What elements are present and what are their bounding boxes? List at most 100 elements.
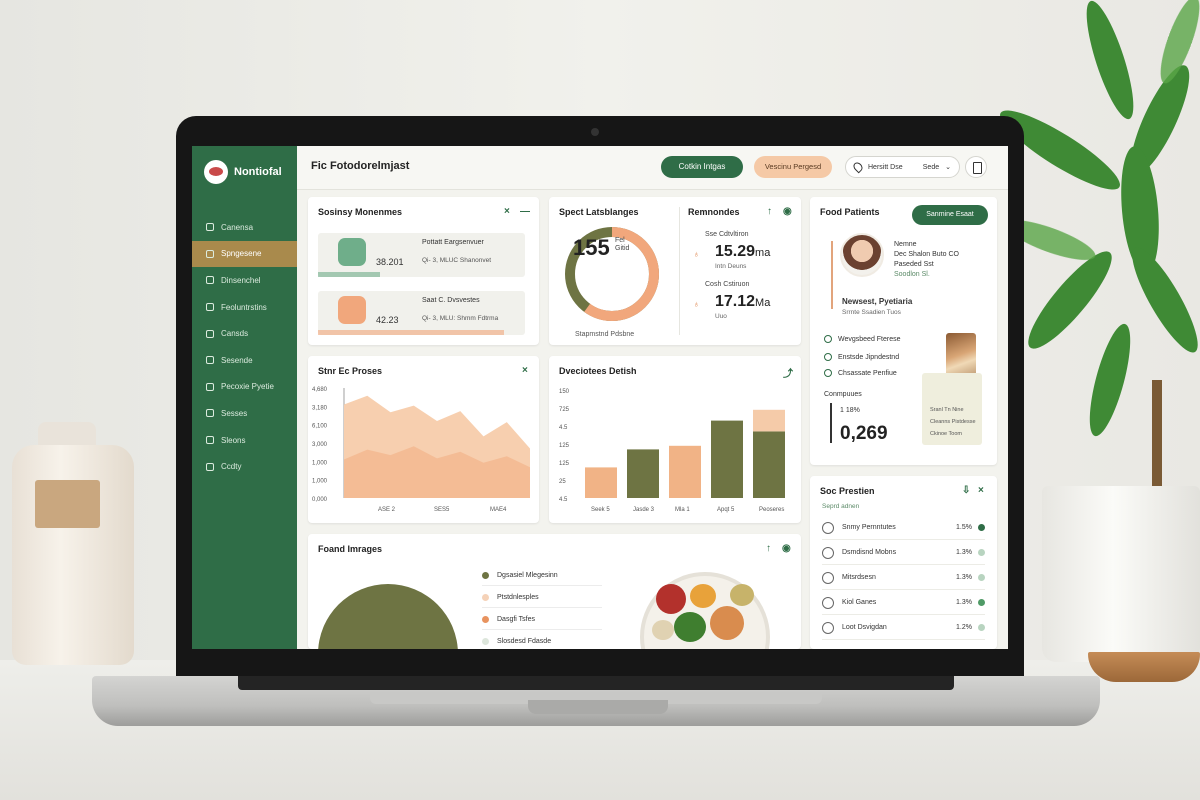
preference-row[interactable]: Kiol Ganes 1.3%: [822, 591, 985, 615]
legend-dot: [482, 638, 489, 645]
sidebar-item[interactable]: Sleons: [192, 427, 297, 454]
profile-line: Paseded Sst: [894, 261, 934, 268]
x-tick-label: ASE 2: [378, 507, 396, 513]
brand-logo-icon: [204, 160, 228, 184]
preferences-title: Soc Prestien: [820, 486, 875, 496]
location-pin-icon: [851, 160, 865, 174]
secondary-action-button[interactable]: Vescinu Pergesd: [754, 156, 832, 178]
brand-name: Nontiofal: [234, 166, 282, 178]
nav-icon: [206, 249, 214, 258]
profile-line: Dec Shalon Buto CO: [894, 251, 959, 258]
compare-bar: [830, 403, 832, 443]
wooden-bowl: [1088, 652, 1200, 682]
sidebar-item-label: Sleons: [221, 435, 246, 445]
sidebar-item[interactable]: Feoluntrstins: [192, 294, 297, 321]
arrow-up-icon[interactable]: ↑: [766, 543, 771, 554]
preference-row[interactable]: Dsmdisnd Mobns 1.3%: [822, 541, 985, 565]
nav-icon: [206, 329, 214, 338]
area-chart-card: Stnr Ec Proses × 4,680 3,180 6,100 3,000 1,0…: [308, 356, 539, 523]
lid-notch: [528, 700, 668, 714]
profile-subheading: Srrnte Ssadien Tuos: [842, 309, 901, 316]
nav-icon: [206, 356, 214, 365]
profile-line: Soodlon Sl.: [894, 271, 930, 278]
location-search[interactable]: Hersitt Dse Sede ⌄: [845, 156, 960, 178]
y-tick-label: 25: [559, 479, 566, 485]
pie-chart: [318, 584, 458, 649]
meal-item[interactable]: 38.201 Pottatt Eargsenvuer Qi- 3, MLUC Sha…: [318, 233, 525, 277]
primary-action-button[interactable]: Cotkin Intgas: [661, 156, 743, 178]
nav-icon: [206, 436, 214, 445]
preference-row[interactable]: Snmy Pernntutes 1.5%: [822, 516, 985, 540]
list-item[interactable]: Enstsde Jipndestnd: [824, 353, 899, 361]
sidebar-item-label: Canensa: [221, 222, 254, 232]
legend-label: Dgsasiel Mlegesinn: [497, 572, 558, 579]
images-card: Foand Imrages ↑ ◉ Dgsasiel Mlegesinn Ptst…: [308, 534, 801, 649]
sidebar-item[interactable]: Ccdty: [192, 453, 297, 480]
refresh-icon[interactable]: ◉: [783, 206, 792, 217]
sidebar-item[interactable]: Sesende: [192, 347, 297, 374]
meal-name: Pottatt Eargsenvuer: [422, 239, 484, 246]
preferences-link[interactable]: Seprd adnen: [822, 503, 859, 510]
meal-sub: Qi- 3, MLU: Shmm Fdtrma: [422, 315, 499, 322]
flame-icon: ♁: [693, 249, 700, 259]
close-icon[interactable]: ×: [504, 206, 510, 217]
compare-percent: 1 18%: [840, 407, 860, 414]
search-right-text: Sede: [922, 163, 940, 171]
minimize-icon[interactable]: —: [520, 206, 530, 217]
legend-dot: [482, 616, 489, 623]
sidebar-item-label: Feoluntrstins: [221, 302, 267, 312]
x-tick-label: Peoseres: [759, 507, 784, 513]
clipboard-button[interactable]: [965, 156, 987, 178]
sidebar-item[interactable]: Dinsenchel: [192, 267, 297, 294]
sidebar-item[interactable]: Sesses: [192, 400, 297, 427]
stat-line: Ckinoe Toom: [930, 431, 962, 437]
y-tick-label: 1,000: [312, 460, 328, 466]
meal-progress-bar: [318, 330, 505, 335]
y-tick-label: 4.5: [559, 425, 568, 431]
meal-value: 38.201: [376, 257, 404, 267]
meal-item[interactable]: 42.23 Saat C. Dvsvestes Qi- 3, MLU: Shmm F…: [318, 291, 525, 335]
preference-icon: [822, 521, 834, 534]
search-text: Hersitt Dse: [868, 163, 903, 171]
preferences-card: Soc Prestien ⇩ × Seprd adnen Snmy Pernnt…: [810, 476, 997, 649]
brand[interactable]: Nontiofal: [204, 160, 282, 184]
laptop-screen: Nontiofal Canensa Spngesene Dinsenchel Feol…: [192, 146, 1008, 649]
close-icon[interactable]: ×: [978, 485, 984, 496]
donut-unit: Fel Gitid: [615, 237, 630, 252]
download-icon[interactable]: ⇩: [962, 485, 970, 496]
meal-sub: Qi- 3, MLUC Shanonvet: [422, 257, 492, 264]
y-tick-label: 4,680: [312, 387, 328, 393]
refresh-icon[interactable]: ◉: [782, 543, 791, 554]
sidebar-item-label: Sesses: [221, 408, 248, 418]
x-tick-label: Apqt 5: [717, 507, 735, 513]
nav-icon: [206, 303, 214, 312]
sidebar-item[interactable]: Pecoxie Pyetie: [192, 374, 297, 401]
sidebar-nav: Canensa Spngesene Dinsenchel Feoluntrstins C…: [192, 214, 297, 480]
stat-line: Sranl Tn Nine: [930, 407, 964, 413]
list-item[interactable]: Chsassate Penfiue: [824, 369, 897, 377]
preference-row[interactable]: Mitsrdsesn 1.3%: [822, 566, 985, 590]
nav-icon: [206, 382, 214, 391]
meals-card: Sosinsy Monenmes × — 38.201 Pottatt Eargs…: [308, 197, 539, 345]
donut-caption: Stapmstnd Pdsbne: [575, 331, 635, 338]
reminder-sub: Uuo: [715, 313, 727, 320]
avatar[interactable]: [840, 233, 884, 277]
sidebar-item[interactable]: Spngesene: [192, 240, 297, 268]
sidebar-item[interactable]: Canensa: [192, 214, 297, 241]
bar-segment: [753, 431, 785, 498]
preference-name: Kiol Ganes: [842, 599, 877, 606]
list-item[interactable]: Wevgsbeed Fterese: [824, 335, 901, 343]
nav-icon: [206, 409, 214, 418]
y-tick-label: 4.5: [559, 497, 568, 503]
reminder-label: Sse Cdtvltiron: [705, 231, 749, 238]
bar-chart: 150 725 4.5 125 125 25 4.5 Seek 5 Jasde 3 Mla 1 Ap…: [559, 389, 785, 513]
preference-row[interactable]: Loot Dsvigdan 1.2%: [822, 616, 985, 640]
reminder-value: 17.12Ma: [715, 293, 771, 310]
sidebar-item[interactable]: Cansds: [192, 320, 297, 347]
arrow-up-icon[interactable]: ↑: [767, 206, 772, 217]
legend-label: Ptstdnlesples: [497, 594, 539, 601]
meal-progress-bar: [318, 272, 381, 277]
jar-label: [35, 480, 100, 528]
stat-line: Cleanns Pistdesse: [930, 419, 976, 425]
see-all-button[interactable]: Sanmine Esaat: [912, 205, 988, 225]
